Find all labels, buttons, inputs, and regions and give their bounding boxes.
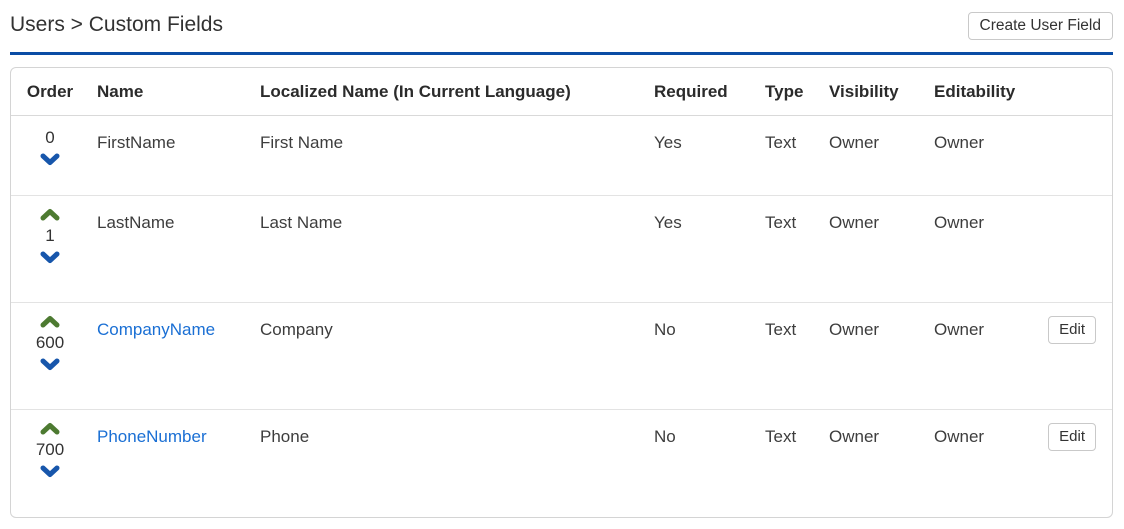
visibility-cell: Owner — [829, 213, 880, 232]
required-cell: No — [654, 320, 676, 339]
order-controls: 0 — [11, 126, 89, 168]
chevron-down-icon — [40, 358, 60, 371]
table-header-row: Order Name Localized Name (In Current La… — [11, 68, 1112, 116]
chevron-up-icon — [40, 422, 60, 435]
custom-fields-table-container: Order Name Localized Name (In Current La… — [10, 67, 1113, 518]
editability-cell: Owner — [934, 213, 985, 232]
name-cell: PhoneNumber — [89, 410, 252, 517]
visibility-cell: Owner — [829, 320, 880, 339]
editability-cell: Owner — [934, 133, 985, 152]
custom-fields-page: Users > Custom Fields Create User Field … — [0, 0, 1124, 518]
required-cell: No — [654, 427, 676, 446]
visibility-cell: Owner — [829, 427, 880, 446]
order-controls: 700 — [11, 420, 89, 480]
header-visibility: Visibility — [821, 68, 926, 116]
editability-cell: Owner — [934, 320, 985, 339]
field-name-link[interactable]: PhoneNumber — [97, 427, 207, 446]
actions-cell: Edit — [1038, 410, 1112, 517]
required-cell: Yes — [654, 133, 682, 152]
header-localized-name: Localized Name (In Current Language) — [252, 68, 646, 116]
move-down-button[interactable] — [36, 151, 64, 168]
type-cell: Text — [765, 320, 797, 339]
header-order: Order — [11, 68, 89, 116]
field-name-link[interactable]: CompanyName — [97, 320, 215, 339]
table-row-firstname: 0 FirstName First Name Yes Text Owner Ow… — [11, 116, 1112, 196]
visibility-cell: Owner — [829, 133, 880, 152]
chevron-down-icon — [40, 251, 60, 264]
type-cell: Text — [765, 133, 797, 152]
type-cell: Text — [765, 213, 797, 232]
localized-name-cell: Company — [260, 320, 333, 339]
edit-button[interactable]: Edit — [1048, 316, 1096, 344]
localized-name-cell: Phone — [260, 427, 310, 446]
chevron-up-icon — [40, 208, 60, 221]
edit-button[interactable]: Edit — [1048, 423, 1096, 451]
page-title: Users > Custom Fields — [10, 13, 223, 36]
order-value: 600 — [35, 333, 65, 352]
order-value: 0 — [45, 128, 55, 147]
table-row-lastname: 1 LastName Last Name Yes Text Owner Owne… — [11, 195, 1112, 303]
required-cell: Yes — [654, 213, 682, 232]
move-up-button[interactable] — [36, 313, 64, 330]
localized-name-cell: Last Name — [260, 213, 343, 232]
move-up-button[interactable] — [36, 206, 64, 223]
type-cell: Text — [765, 427, 797, 446]
custom-fields-table: Order Name Localized Name (In Current La… — [11, 68, 1112, 517]
page-header: Users > Custom Fields Create User Field — [10, 12, 1113, 55]
order-value: 700 — [35, 440, 65, 459]
create-user-field-button[interactable]: Create User Field — [967, 12, 1113, 40]
table-row-companyname: 600 CompanyName Company No Text Owner Ow… — [11, 302, 1112, 410]
name-cell: CompanyName — [89, 303, 252, 410]
header-actions — [1038, 68, 1112, 116]
actions-cell — [1038, 116, 1112, 196]
move-down-button[interactable] — [36, 463, 64, 480]
actions-cell: Edit — [1038, 303, 1112, 410]
header-type: Type — [757, 68, 821, 116]
header-name: Name — [89, 68, 252, 116]
order-controls: 600 — [11, 313, 89, 373]
name-cell: FirstName — [97, 133, 176, 152]
chevron-down-icon — [40, 465, 60, 478]
chevron-down-icon — [40, 153, 60, 166]
move-up-button[interactable] — [36, 420, 64, 437]
order-value: 1 — [45, 226, 55, 245]
editability-cell: Owner — [934, 427, 985, 446]
table-row-phonenumber: 700 PhoneNumber Phone No Text Owner Owne… — [11, 409, 1112, 517]
actions-cell — [1038, 196, 1112, 303]
chevron-up-icon — [40, 315, 60, 328]
move-down-button[interactable] — [36, 249, 64, 266]
header-required: Required — [646, 68, 757, 116]
localized-name-cell: First Name — [260, 133, 344, 152]
header-editability: Editability — [926, 68, 1038, 116]
name-cell: LastName — [97, 213, 175, 232]
move-down-button[interactable] — [36, 356, 64, 373]
order-controls: 1 — [11, 206, 89, 266]
